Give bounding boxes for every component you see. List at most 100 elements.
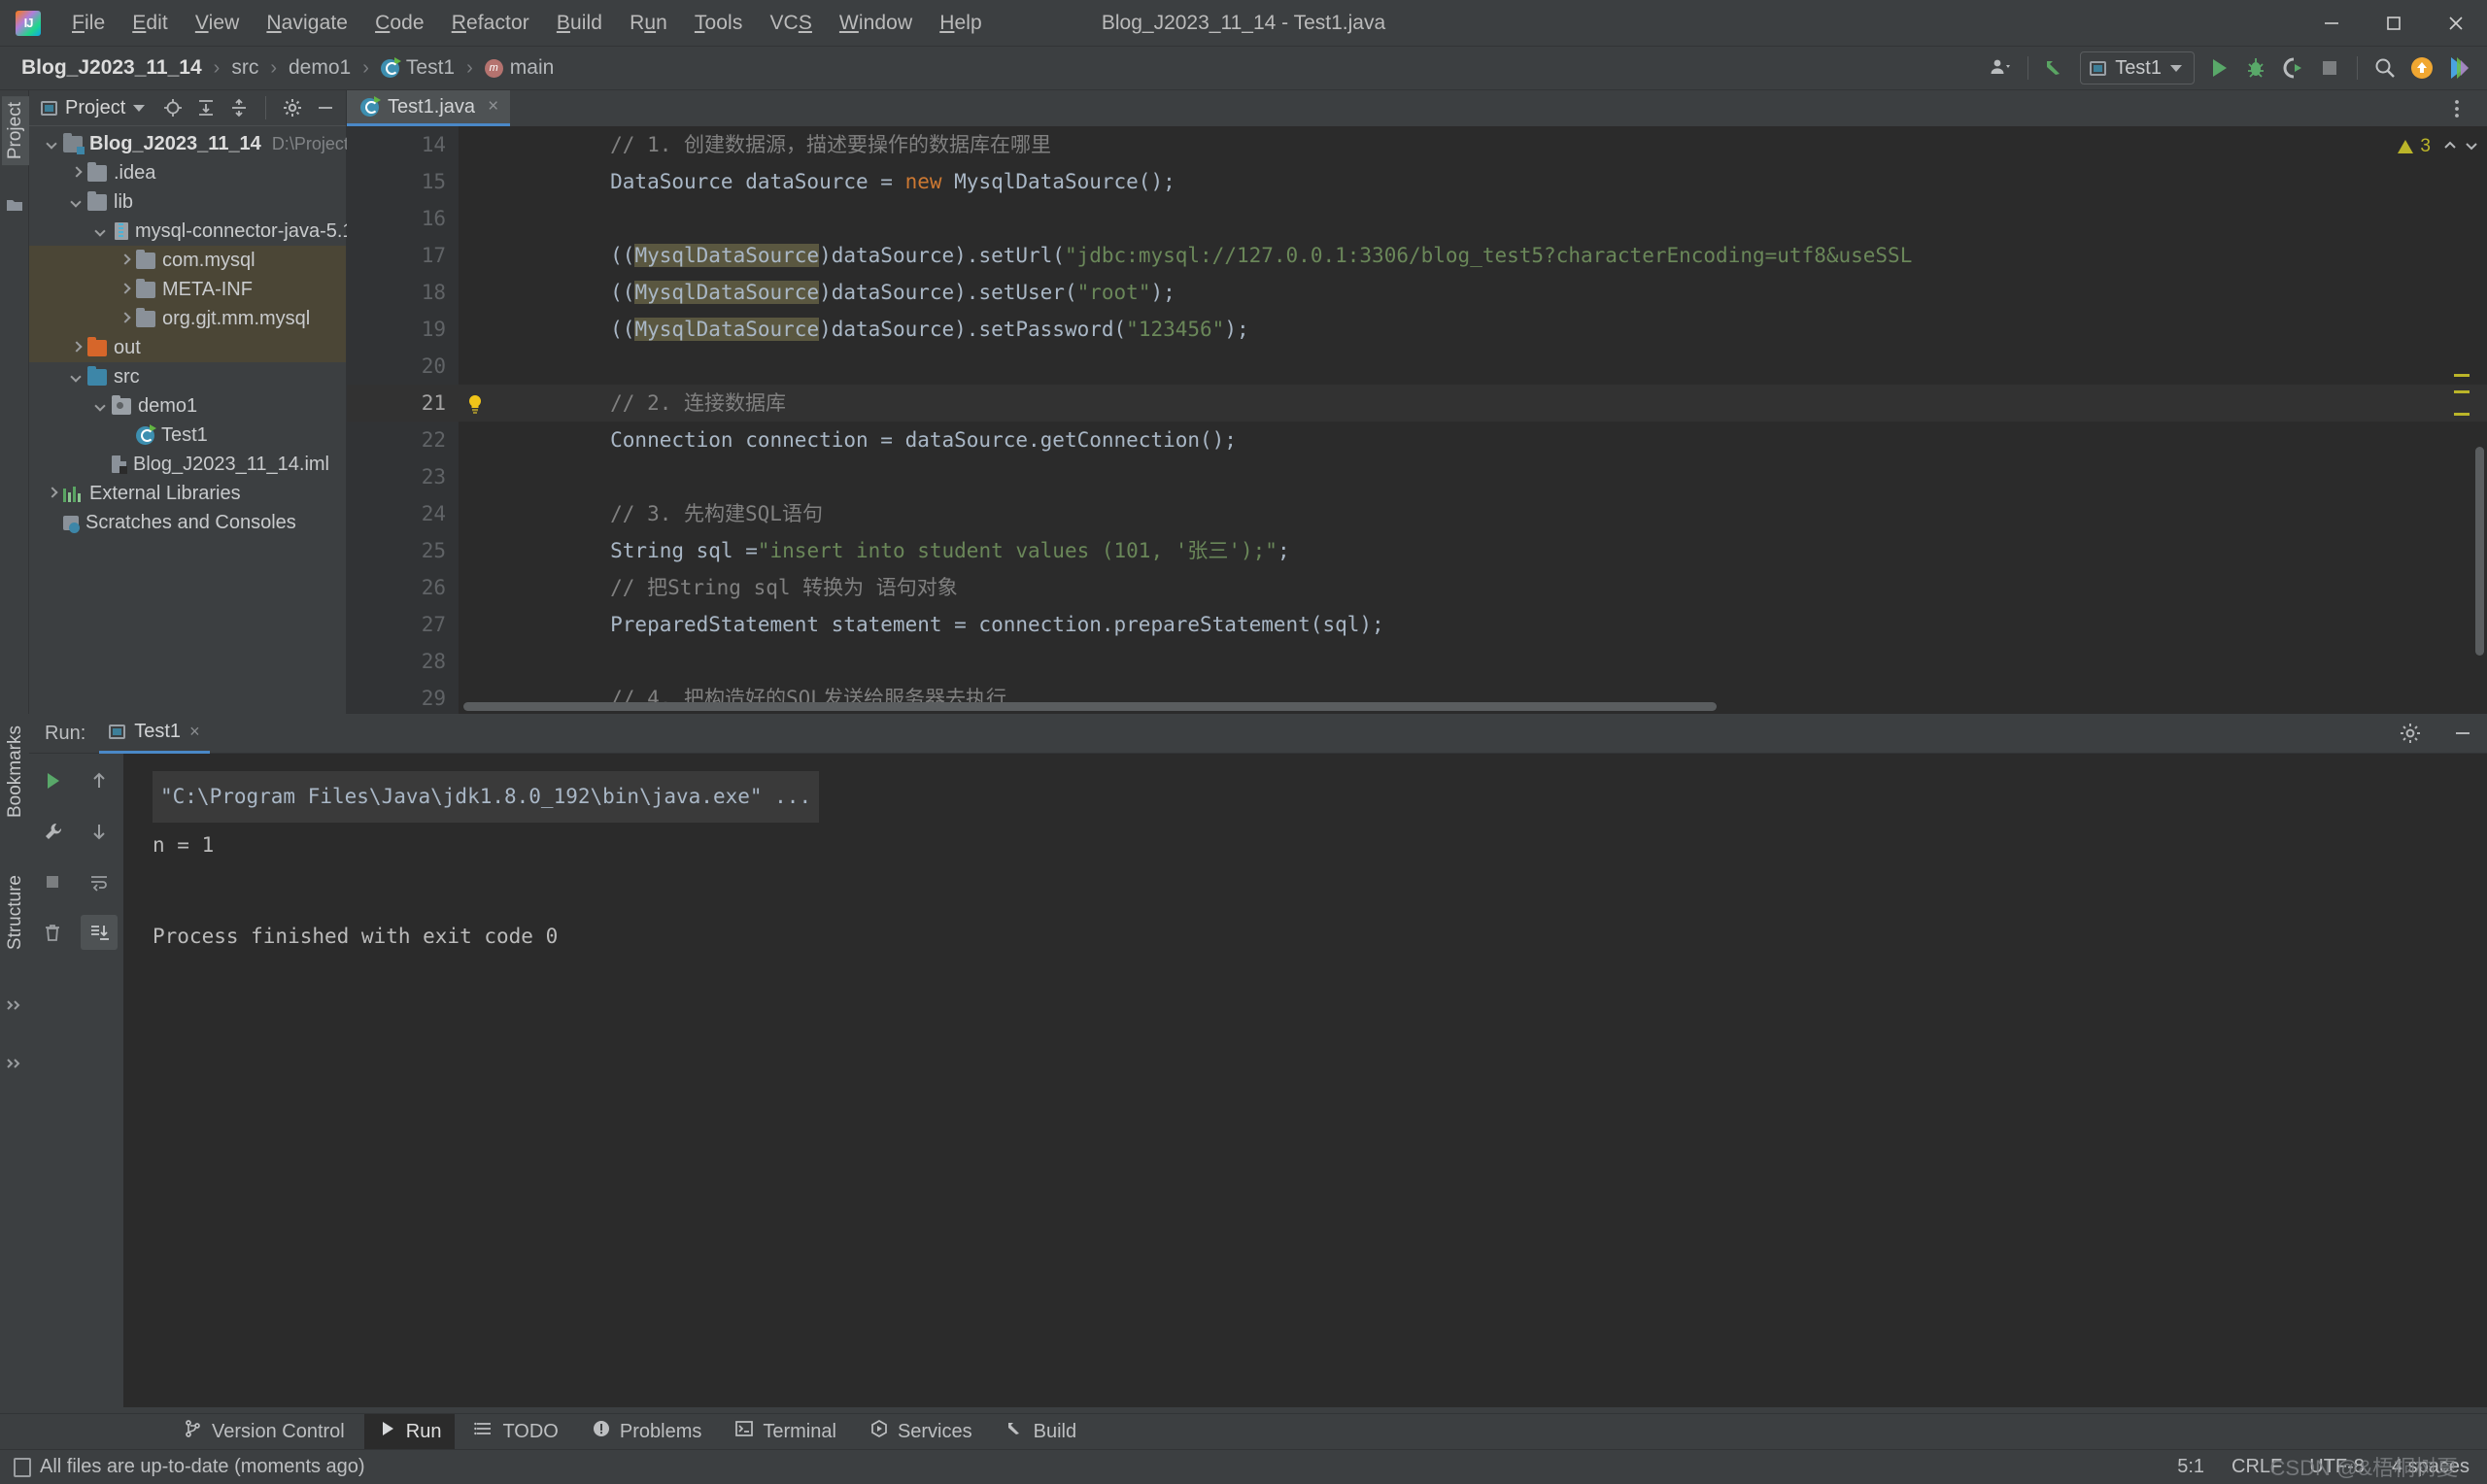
code-text[interactable]: String sql ="insert into student values … [504, 532, 2487, 569]
soft-wrap-icon[interactable] [81, 864, 118, 899]
breadcrumb-item-test1[interactable]: Test1 [377, 54, 459, 82]
menu-item-help[interactable]: Help [926, 8, 996, 39]
code-text[interactable]: // 2. 连接数据库 [504, 385, 2487, 422]
close-icon[interactable]: × [189, 722, 200, 742]
editor-horizontal-scrollbar[interactable] [463, 702, 1717, 711]
tree-node-external-libraries[interactable]: External Libraries [29, 479, 346, 508]
code-line[interactable]: 22 Connection connection = dataSource.ge… [347, 422, 2487, 458]
run-configuration-selector[interactable]: Test1 [2080, 51, 2195, 84]
line-number[interactable]: 16 [347, 200, 446, 237]
line-number[interactable]: 27 [347, 606, 446, 643]
project-view-chevron-down-icon[interactable] [133, 104, 146, 112]
chevron-right-icon[interactable] [118, 282, 133, 297]
menu-bar[interactable]: File Edit View Navigate Code Refactor Build Run… [58, 8, 996, 39]
code-text[interactable]: DataSource dataSource = new MysqlDataSou… [504, 163, 2487, 200]
tree-node-blog-j2023-11-14-iml[interactable]: Blog_J2023_11_14.iml [29, 450, 346, 479]
code-line[interactable]: 14 // 1. 创建数据源，描述要操作的数据库在哪里 [347, 126, 2487, 163]
intention-bulb-icon[interactable] [446, 385, 504, 422]
tree-node-demo1[interactable]: demo1 [29, 391, 346, 421]
code-text[interactable]: Connection connection = dataSource.getCo… [504, 422, 2487, 458]
line-number[interactable]: 22 [347, 422, 446, 458]
tree-node-com-mysql[interactable]: com.mysql [29, 246, 346, 275]
expand-all-icon[interactable] [193, 95, 219, 120]
code-content[interactable]: 14 // 1. 创建数据源，描述要操作的数据库在哪里 15 DataSource… [347, 126, 2487, 714]
breadcrumb-item-main[interactable]: m main [481, 54, 559, 82]
chevron-down-icon[interactable] [69, 194, 85, 210]
chevron-right-icon[interactable] [45, 486, 60, 501]
run-icon[interactable] [2200, 50, 2237, 86]
minimize-icon[interactable] [2300, 0, 2363, 47]
settings-gear-icon[interactable] [2396, 719, 2425, 748]
sidebar-item-project[interactable]: Project [2, 96, 29, 166]
breadcrumb-item-demo1[interactable]: demo1 [285, 54, 355, 82]
up-icon[interactable] [81, 763, 118, 798]
stop-icon[interactable] [34, 864, 71, 899]
trash-icon[interactable] [34, 915, 71, 950]
tree-node-src[interactable]: src [29, 362, 346, 391]
code-line[interactable]: 17 ((MysqlDataSource)dataSource).setUrl(… [347, 237, 2487, 274]
inspection-warning-badge[interactable]: 3 [2398, 136, 2431, 157]
menu-item-build[interactable]: Build [543, 8, 616, 39]
chevron-right-icon[interactable] [69, 340, 85, 355]
chevrons-icon[interactable] [5, 995, 24, 1015]
editor-vertical-scrollbar[interactable] [2475, 447, 2484, 656]
sidebar-item-structure[interactable]: Structure [2, 869, 29, 956]
tree-node-blog-j2023-11-14[interactable]: Blog_J2023_11_14D:\Project\JAVA\Blog_J20… [29, 129, 549, 158]
menu-item-vcs[interactable]: VCS [756, 8, 825, 39]
hide-icon[interactable] [2448, 719, 2477, 748]
close-icon[interactable] [2425, 0, 2487, 47]
chevron-down-icon[interactable] [45, 136, 60, 152]
tree-node-org-gjt-mm-mysql[interactable]: org.gjt.mm.mysql [29, 304, 346, 333]
code-line[interactable]: 23 [347, 458, 2487, 495]
tree-node-mysql-connector-java-5-1-49-jar[interactable]: mysql-connector-java-5.1.49.jar [29, 217, 407, 246]
search-everywhere-icon[interactable] [2367, 50, 2403, 86]
settings-gear-icon[interactable] [280, 95, 305, 120]
toolwindow-run[interactable]: Run [363, 1414, 456, 1449]
line-number[interactable]: 17 [347, 237, 446, 274]
code-text[interactable]: ((MysqlDataSource)dataSource).setPasswor… [504, 311, 2487, 348]
line-number[interactable]: 18 [347, 274, 446, 311]
tree-node-out[interactable]: out [29, 333, 346, 362]
scroll-to-end-icon[interactable] [81, 915, 118, 950]
code-text[interactable]: PreparedStatement statement = connection… [504, 606, 2487, 643]
line-number[interactable]: 26 [347, 569, 446, 606]
code-line[interactable]: 27 PreparedStatement statement = connect… [347, 606, 2487, 643]
chevron-down-icon[interactable] [69, 369, 85, 385]
code-text[interactable]: // 3. 先构建SQL语句 [504, 495, 2487, 532]
indent-setting[interactable]: 4 spaces [2392, 1456, 2470, 1478]
line-number[interactable]: 23 [347, 458, 446, 495]
down-icon[interactable] [81, 814, 118, 849]
window-controls[interactable] [2300, 0, 2487, 47]
code-text[interactable]: // 把String sql 转换为 语句对象 [504, 569, 2487, 606]
more-options-icon[interactable] [2438, 90, 2475, 127]
menu-item-run[interactable]: Run [616, 8, 681, 39]
menu-item-navigate[interactable]: Navigate [253, 8, 361, 39]
code-line[interactable]: 28 [347, 643, 2487, 680]
line-number[interactable]: 28 [347, 643, 446, 680]
code-text[interactable]: ((MysqlDataSource)dataSource).setUrl("jd… [504, 237, 2487, 274]
project-folder-icon[interactable] [5, 195, 24, 215]
caret-position[interactable]: 5:1 [2177, 1456, 2204, 1478]
debug-icon[interactable] [2237, 50, 2274, 86]
code-text[interactable]: // 1. 创建数据源，描述要操作的数据库在哪里 [504, 126, 2487, 163]
maximize-icon[interactable] [2363, 0, 2425, 47]
update-project-icon[interactable] [2037, 50, 2074, 86]
toolwindow-terminal[interactable]: Terminal [721, 1414, 850, 1449]
chevron-down-icon[interactable] [2170, 64, 2182, 72]
notifications-icon[interactable] [2403, 50, 2440, 86]
chevron-right-icon[interactable] [118, 253, 133, 268]
toolwindow-problems[interactable]: Problems [578, 1414, 715, 1449]
line-number[interactable]: 20 [347, 348, 446, 385]
breadcrumb[interactable]: Blog_J2023_11_14 › src › demo1 › Test1 › m main [17, 54, 558, 82]
line-number[interactable]: 24 [347, 495, 446, 532]
code-line[interactable]: 16 [347, 200, 2487, 237]
chevrons-icon-2[interactable] [5, 1054, 24, 1073]
close-icon[interactable]: × [488, 96, 498, 118]
chevron-right-icon[interactable] [118, 311, 133, 326]
code-line[interactable]: 15 DataSource dataSource = new MysqlData… [347, 163, 2487, 200]
menu-item-window[interactable]: Window [826, 8, 926, 39]
line-number[interactable]: 25 [347, 532, 446, 569]
menu-item-code[interactable]: Code [361, 8, 438, 39]
hide-icon[interactable] [313, 95, 338, 120]
menu-item-edit[interactable]: Edit [119, 8, 182, 39]
